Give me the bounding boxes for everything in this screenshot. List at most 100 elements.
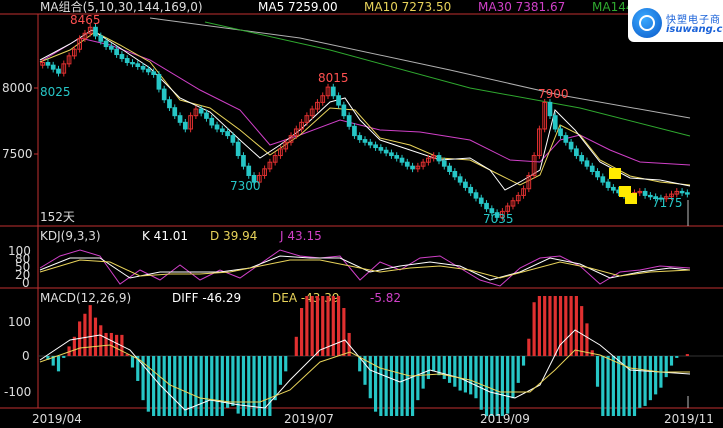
ma5-legend: MA5 7259.00	[258, 0, 338, 14]
ma-legend-title[interactable]: MA组合(5,10,30,144,169,0)	[40, 0, 203, 14]
candle-body[interactable]	[679, 190, 685, 194]
candle-body[interactable]	[246, 165, 252, 176]
candle-body[interactable]	[457, 176, 463, 183]
candle-body[interactable]	[362, 139, 368, 143]
macd-title[interactable]: MACD(12,26,9)	[40, 291, 131, 305]
low-label-7300: 7300	[230, 179, 261, 193]
candle-body[interactable]	[167, 99, 172, 109]
candle-body[interactable]	[410, 165, 415, 170]
candle-body[interactable]	[441, 160, 447, 167]
candle-body[interactable]	[330, 86, 336, 97]
candle-body[interactable]	[103, 40, 109, 48]
stock-chart[interactable]: MA组合(5,10,30,144,169,0) MA5 7259.00 MA10…	[0, 0, 723, 428]
candle-body[interactable]	[219, 128, 225, 133]
candle-body[interactable]	[389, 152, 394, 157]
macd-histogram-value: -5.82	[370, 291, 401, 305]
panel-frames	[0, 13, 723, 409]
brand-logo: 快塑电子商 isuwang.co	[628, 0, 723, 42]
candle-body[interactable]	[484, 202, 489, 210]
candle-body[interactable]	[595, 170, 600, 178]
candle-body[interactable]	[346, 115, 352, 127]
candle-body[interactable]	[45, 62, 51, 66]
low-label-8025: 8025	[40, 85, 71, 99]
candle-body[interactable]	[452, 170, 458, 178]
candle-body[interactable]	[579, 155, 585, 162]
candle-body[interactable]	[209, 117, 215, 126]
candle-body[interactable]	[341, 104, 347, 117]
candle-body[interactable]	[336, 95, 341, 106]
event-marker-icon[interactable]	[609, 168, 621, 179]
period-count: 152天	[40, 210, 75, 224]
ma169-line	[149, 17, 691, 119]
candle-body[interactable]	[151, 71, 156, 75]
candle-body[interactable]	[135, 63, 141, 68]
candle-body[interactable]	[600, 176, 606, 183]
candle-body[interactable]	[568, 141, 574, 150]
candle-body[interactable]	[119, 54, 125, 60]
candle-body[interactable]	[124, 58, 130, 64]
candle-body[interactable]	[383, 149, 389, 154]
candle-body[interactable]	[552, 115, 558, 130]
candle-body[interactable]	[56, 68, 61, 74]
candle-body[interactable]	[225, 131, 230, 137]
kdj-title[interactable]: KDJ(9,3,3)	[40, 229, 101, 243]
candle-body[interactable]	[172, 107, 178, 117]
ma30-legend: MA30 7381.67	[478, 0, 565, 14]
candle-body[interactable]	[547, 101, 553, 117]
event-marker-icon[interactable]	[625, 193, 637, 204]
candle-body[interactable]	[436, 155, 442, 162]
xtick-2019-04: 2019/04	[32, 412, 82, 426]
candlestick-series[interactable]	[40, 23, 690, 221]
candle-body[interactable]	[198, 108, 204, 114]
candle-body[interactable]	[98, 35, 104, 42]
candle-body[interactable]	[589, 165, 595, 172]
kdj-ytick-0: 0	[22, 276, 30, 290]
candle-body[interactable]	[473, 192, 479, 199]
candle-body[interactable]	[156, 73, 162, 90]
candle-body[interactable]	[161, 88, 167, 101]
candle-body[interactable]	[50, 64, 56, 70]
high-label-8465: 8465	[70, 13, 101, 27]
candle-body[interactable]	[367, 141, 373, 146]
candle-body[interactable]	[182, 121, 188, 130]
candle-body[interactable]	[399, 157, 405, 163]
candle-body[interactable]	[357, 135, 363, 141]
candle-body[interactable]	[204, 112, 209, 119]
candle-body[interactable]	[563, 135, 569, 143]
candle-body[interactable]	[478, 197, 484, 204]
kdj-k-line	[39, 255, 691, 281]
candle-body[interactable]	[114, 48, 119, 56]
kdj-k-value: K 41.01	[142, 229, 188, 243]
candle-body[interactable]	[642, 190, 648, 196]
candle-body[interactable]	[140, 66, 146, 70]
candle-body[interactable]	[685, 192, 690, 195]
candle-body[interactable]	[93, 26, 98, 37]
candle-body[interactable]	[394, 155, 400, 159]
macd-ytick-neg100: -100	[4, 385, 31, 399]
candle-body[interactable]	[447, 165, 452, 172]
candle-body[interactable]	[463, 181, 468, 188]
candle-body[interactable]	[574, 148, 579, 157]
xtick-2019-07: 2019/07	[284, 412, 334, 426]
kdj-j-line	[39, 249, 691, 287]
candle-body[interactable]	[404, 161, 410, 167]
candle-body[interactable]	[235, 141, 241, 157]
candle-body[interactable]	[177, 115, 183, 123]
candle-body[interactable]	[108, 46, 114, 50]
kdj-lines	[39, 249, 691, 287]
candle-body[interactable]	[145, 68, 151, 73]
candle-body[interactable]	[468, 186, 474, 194]
candle-body[interactable]	[611, 186, 616, 191]
ma10-line	[39, 31, 691, 186]
candle-body[interactable]	[214, 124, 220, 130]
candle-body[interactable]	[230, 135, 236, 143]
main-ytick-7500: 7500	[2, 147, 33, 161]
candle-body[interactable]	[352, 125, 357, 137]
candle-body[interactable]	[130, 62, 135, 65]
candle-body[interactable]	[241, 155, 246, 167]
candle-body[interactable]	[373, 144, 378, 149]
candle-body[interactable]	[584, 160, 590, 167]
candle-body[interactable]	[378, 147, 384, 151]
candle-body[interactable]	[558, 128, 563, 137]
candle-body[interactable]	[605, 181, 611, 188]
